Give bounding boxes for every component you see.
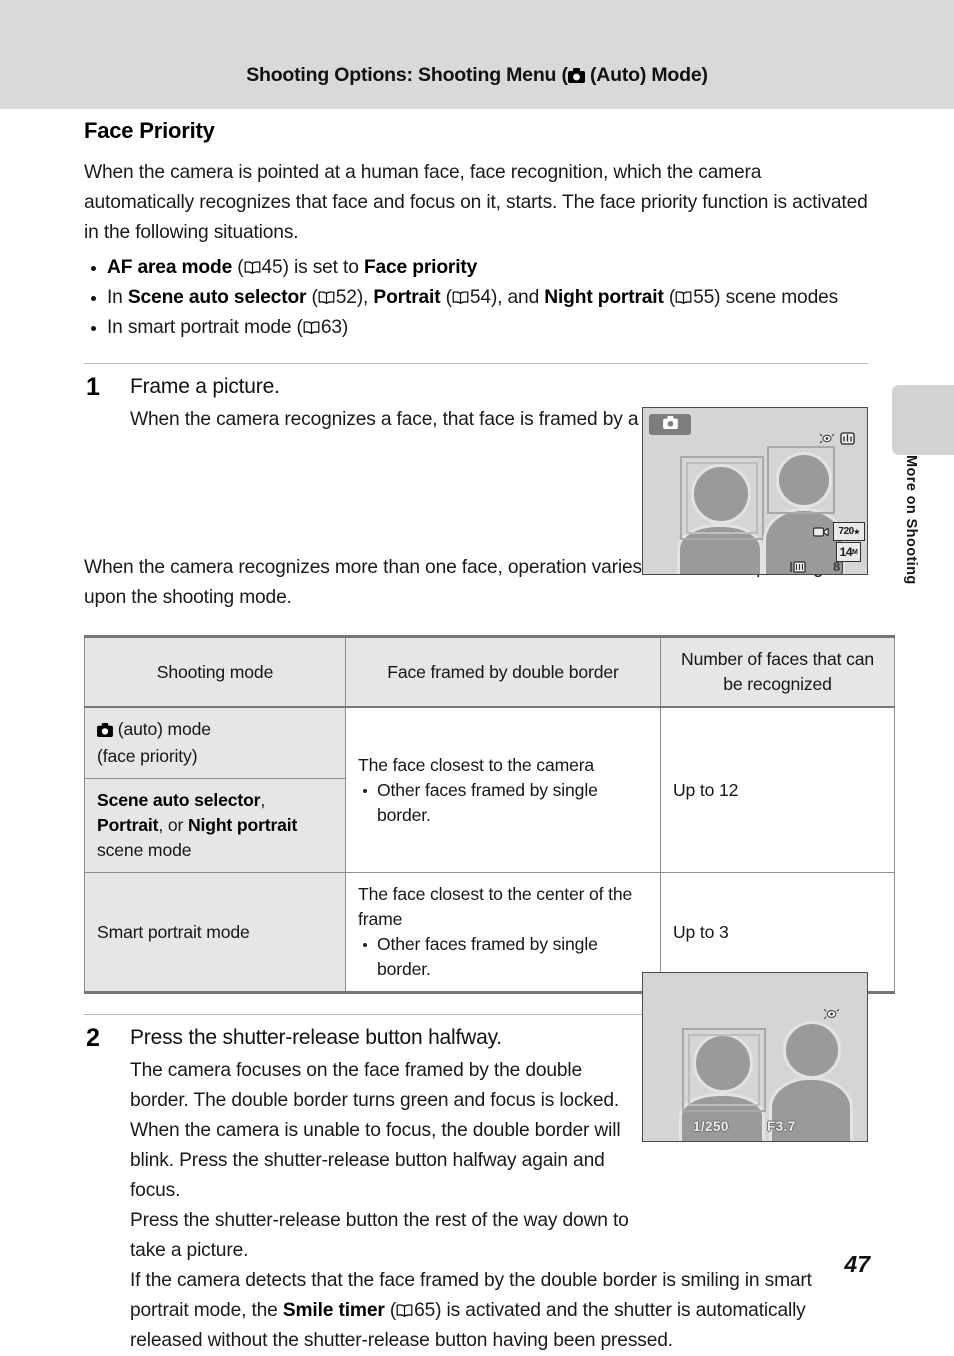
step-2-bold-smile-timer: Smile timer: [282, 1300, 385, 1321]
lcd2-person-right-head: [783, 1021, 841, 1079]
bullet1-bold-face-priority: Face priority: [363, 257, 478, 278]
header-title-after: (Auto) Mode): [584, 64, 708, 86]
table-header-row: Shooting mode Face framed by double bord…: [84, 635, 895, 708]
bullet3-post: ): [341, 317, 349, 338]
bullet2-mid2: ),: [356, 287, 374, 308]
book-reference-icon: [452, 291, 469, 304]
table-header-face-framed: Face framed by double border: [345, 635, 661, 708]
table-header-face-count: Number of faces that can be recognized: [660, 635, 895, 708]
book-reference-icon: [244, 261, 261, 274]
face-recognition-table: Shooting mode Face framed by double bord…: [84, 635, 895, 994]
shots-remaining: 8]: [833, 559, 844, 574]
camera-icon: [567, 66, 585, 89]
step-2-paragraph-3: If the camera detects that the face fram…: [130, 1266, 868, 1356]
bullet2-bold-night-portrait: Night portrait: [544, 287, 664, 308]
header-title-before: Shooting Options: Shooting Menu (: [246, 64, 568, 86]
bullet2-pre: In: [107, 287, 128, 308]
list-item: In smart portrait mode ( 63): [84, 313, 868, 343]
step-2-paragraph-1: The camera focuses on the face framed by…: [130, 1060, 621, 1201]
bullet2-bold-scene-auto-selector: Scene auto selector: [127, 287, 307, 308]
bullet3-pre: In smart portrait mode (: [107, 317, 303, 338]
step-2-p3-mid: (: [384, 1300, 397, 1321]
lcd2-focus-frame-double: [682, 1028, 766, 1112]
blink-warning-icon: [823, 1007, 840, 1023]
aperture-readout: F3.7: [767, 1119, 796, 1134]
book-reference-icon: [396, 1304, 413, 1317]
mode-bold-night-portrait: Night portrait: [187, 815, 298, 835]
movie-option-value: 720: [838, 526, 855, 537]
bullet2-mid4: ), and: [490, 287, 545, 308]
step-2-paragraph-2: Press the shutter-release button the res…: [130, 1210, 629, 1261]
camera-icon: [97, 719, 113, 744]
table-cell-mode-auto-line2: (face priority): [97, 746, 198, 766]
internal-memory-icon: [789, 560, 809, 574]
list-item: AF area mode (45) is set to Face priorit…: [84, 253, 868, 283]
list-item: In Scene auto selector (52), Portrait (5…: [84, 283, 868, 313]
table-cell-frame-desc-2: The face closest to the center of the fr…: [345, 872, 661, 994]
table-cell-mode-scene: Scene auto selector, Portrait, or Night …: [84, 778, 346, 873]
page-number: 47: [844, 1251, 870, 1277]
shutter-speed-readout: 1/250: [693, 1119, 729, 1134]
section-thumb-tab: [892, 385, 954, 455]
bullet2-page-ref-3: 55: [693, 287, 715, 308]
bullet2-bold-portrait: Portrait: [373, 287, 441, 308]
table-cell-mode-auto: (auto) mode (face priority): [84, 706, 346, 779]
step1-divider: [84, 363, 868, 364]
bullet1-bold-af-area-mode: AF area mode: [107, 257, 233, 278]
bullet1-mid1: (: [232, 257, 244, 278]
frame-desc-notes-2: Other faces framed by single border.: [358, 932, 648, 982]
vibration-reduction-icon: [839, 430, 856, 447]
mode-mid-1: ,: [260, 790, 266, 810]
bullet2-page-ref-2: 54: [469, 287, 491, 308]
table-cell-count-1: Up to 12: [660, 706, 895, 873]
frame-desc-main-1: The face closest to the camera: [358, 754, 595, 775]
image-size-value: 14: [839, 545, 853, 559]
page-header-title: Shooting Options: Shooting Menu ( (Auto)…: [0, 64, 954, 89]
table-header-shooting-mode: Shooting mode: [84, 635, 346, 708]
lcd1-focus-frame-single: [767, 446, 835, 514]
book-reference-icon: [303, 321, 320, 334]
list-item: Other faces framed by single border.: [358, 778, 648, 828]
page-header-band: Shooting Options: Shooting Menu ( (Auto)…: [0, 0, 954, 109]
bullet2-mid5: (: [663, 287, 676, 308]
table-cell-frame-desc-1: The face closest to the camera Other fac…: [345, 706, 661, 873]
bullet1-mid2: ) is set to: [282, 257, 364, 278]
lcd-illustration-step-2: 1/250 F3.7: [642, 972, 868, 1142]
step-1-heading: Frame a picture.: [130, 375, 280, 398]
mode-post: scene mode: [97, 840, 192, 860]
lcd-illustration-step-1: 720 ★ 14 M 8]: [642, 407, 868, 575]
mode-bold-scene-auto-selector: Scene auto selector: [97, 790, 261, 810]
frame-desc-main-2: The face closest to the center of the fr…: [358, 884, 633, 929]
bullet1-page-ref: 45: [261, 257, 283, 278]
lcd1-focus-frame-double: [680, 456, 764, 540]
bullet2-mid1: (: [306, 287, 318, 308]
condition-list: AF area mode (45) is set to Face priorit…: [84, 253, 868, 343]
movie-option-badge: 720 ★: [833, 522, 865, 541]
table-cell-mode-smart-portrait: Smart portrait mode: [84, 872, 346, 994]
step-2-number: 2: [86, 1024, 100, 1052]
frame-desc-notes-1: Other faces framed by single border.: [358, 778, 648, 828]
mode-mid-2: , or: [158, 815, 188, 835]
blink-warning-icon: [819, 432, 835, 447]
mode-bold-portrait: Portrait: [97, 815, 159, 835]
section-intro-paragraph: When the camera is pointed at a human fa…: [84, 162, 868, 243]
list-item: Other faces framed by single border.: [358, 932, 648, 982]
section-title: Face Priority: [84, 118, 215, 143]
page-content: Face Priority When the camera is pointed…: [84, 118, 895, 1356]
movie-option-icon: [812, 526, 829, 540]
step-1-number: 1: [86, 373, 100, 401]
table-cell-mode-auto-line1: (auto) mode: [113, 719, 211, 739]
image-size-unit: M: [852, 548, 858, 556]
book-reference-icon: [318, 291, 335, 304]
table-row: (auto) mode (face priority) The face clos…: [84, 706, 895, 873]
book-reference-icon: [675, 291, 692, 304]
lcd1-mode-badge: [649, 414, 691, 435]
step-2-p3-ref: 65: [414, 1300, 436, 1321]
camera-icon: [662, 415, 678, 434]
bullet2-mid3: (: [440, 287, 452, 308]
bullet2-post: ) scene modes: [714, 287, 839, 308]
bullet2-page-ref-1: 52: [335, 287, 357, 308]
bullet3-page-ref: 63: [320, 317, 342, 338]
